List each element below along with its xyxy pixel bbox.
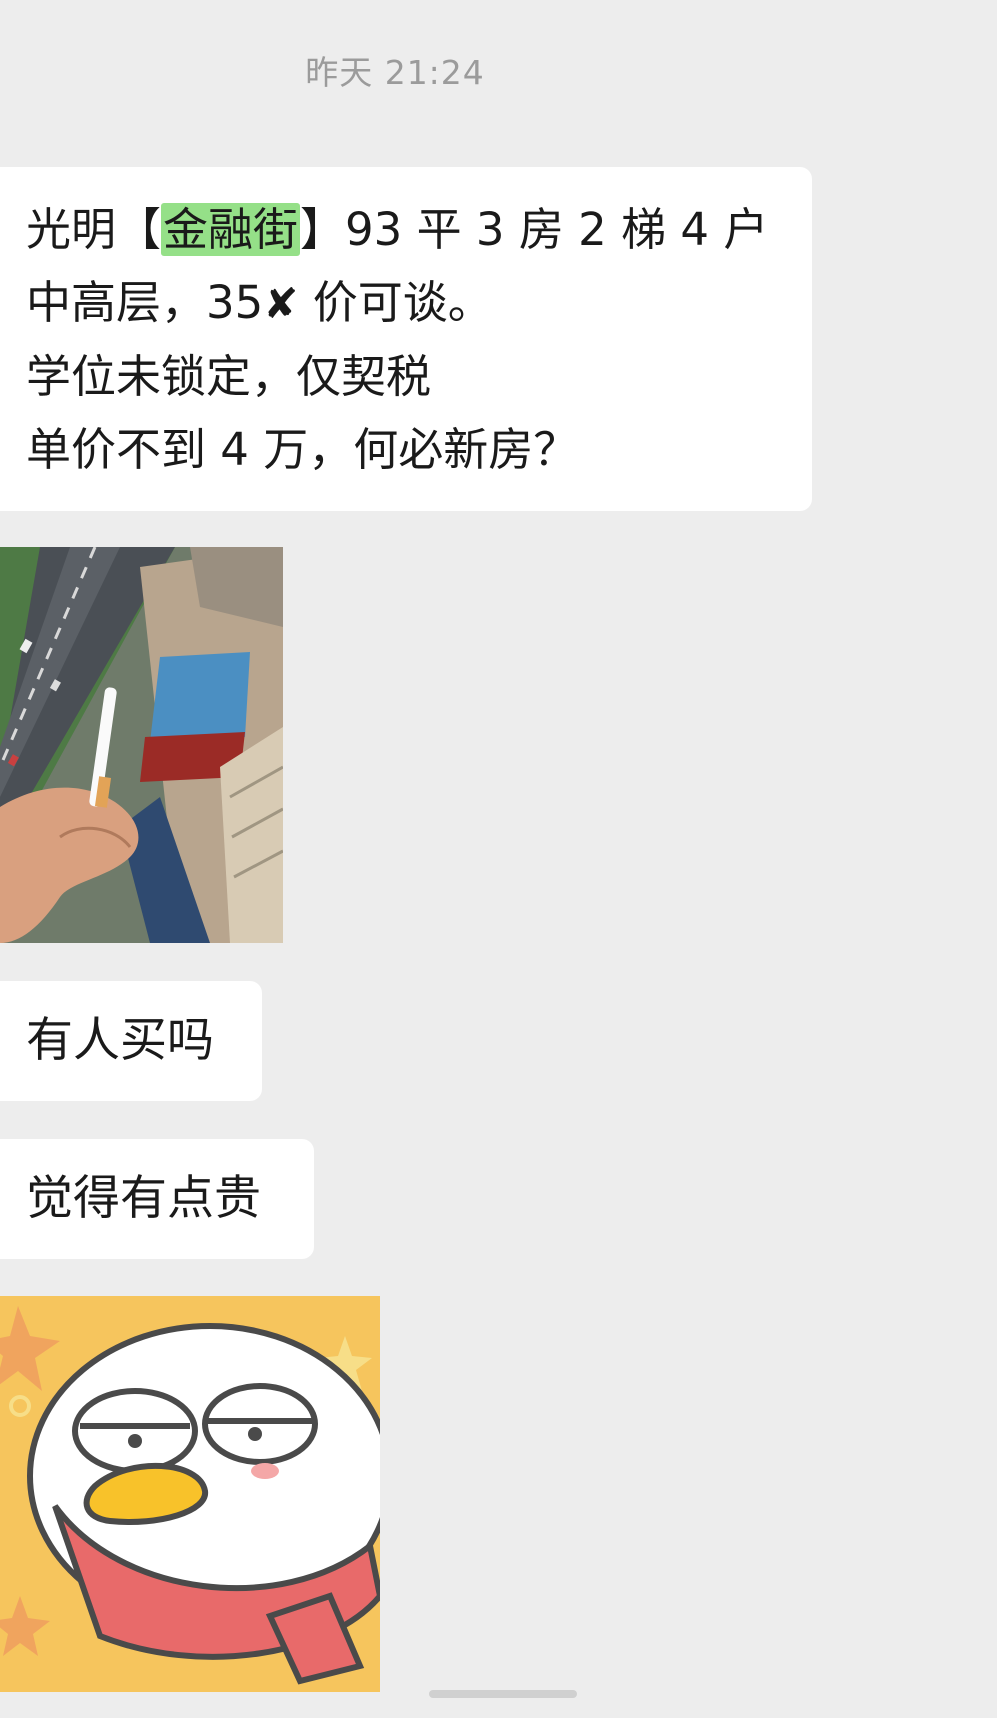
listing-message-bubble[interactable]: 光明【金融街】93 平 3 房 2 梯 4 户 中高层，35✘ 价可谈。 学位未… (0, 167, 812, 511)
cross-mark-icon: ✘ (263, 279, 299, 328)
highlighted-keyword[interactable]: 金融街 (161, 203, 301, 256)
listing-line-1-suffix: 】93 平 3 房 2 梯 4 户 (300, 203, 769, 256)
question-message-bubble[interactable]: 有人买吗 (0, 981, 262, 1101)
comment-message-bubble[interactable]: 觉得有点贵 (0, 1139, 314, 1259)
listing-line-1: 光明【金融街】93 平 3 房 2 梯 4 户 (26, 193, 788, 266)
listing-line-1-prefix: 光明【 (26, 203, 162, 256)
listing-line-3: 学位未锁定，仅契税 (26, 350, 432, 403)
listing-line-2-prefix: 中高层，35 (26, 276, 264, 329)
listing-line-4: 单价不到 4 万，何必新房？ (26, 423, 579, 476)
sticker-message[interactable]: white-duck-scarf-sticker (0, 1296, 380, 1692)
listing-line-2-suffix: 价可谈。 (298, 276, 493, 329)
listing-line-2: 中高层，35✘ 价可谈。 (26, 266, 788, 340)
white-duck-scarf-sticker-icon (0, 1296, 380, 1692)
photo-message[interactable]: rooftop-cigarette-photo (0, 547, 283, 943)
home-indicator[interactable] (429, 1690, 577, 1698)
message-timestamp: 昨天 21:24 (305, 53, 485, 92)
rooftop-cigarette-photo-icon (0, 547, 283, 943)
